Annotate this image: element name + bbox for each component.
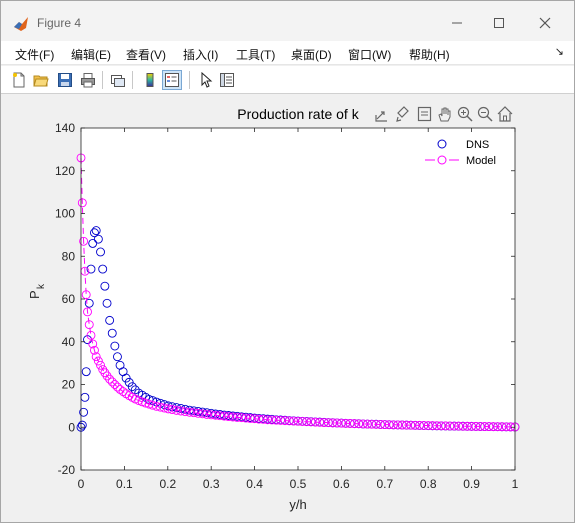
colorbar-icon — [146, 73, 154, 87]
y-tick-label: 40 — [62, 335, 76, 349]
legend-label-dns: DNS — [466, 139, 489, 151]
y-axis-label: P — [27, 290, 42, 299]
property-inspector-icon — [220, 73, 234, 87]
toolbar-separator — [102, 71, 103, 89]
window-title: Figure 4 — [37, 16, 82, 30]
zoom-out-button[interactable] — [477, 106, 493, 122]
figure-canvas: 0 0.1 0.2 0.3 0.4 0.5 0.6 0.7 0.8 0.9 1 -20 0 20 40 60 8… — [1, 95, 574, 515]
y-tick-label: 60 — [62, 292, 76, 306]
colorbar-button[interactable] — [140, 70, 160, 90]
menu-edit[interactable]: 编辑(E) — [71, 46, 111, 63]
export-button[interactable] — [375, 111, 387, 122]
pan-button[interactable] — [438, 107, 451, 122]
y-tick-label: 20 — [62, 378, 76, 392]
dock-arrow-icon[interactable]: ↘ — [555, 45, 564, 58]
zoom-in-button[interactable] — [457, 106, 473, 122]
x-tick-label: 0.9 — [463, 477, 480, 491]
toolbar-separator — [189, 71, 190, 89]
export-icon — [375, 111, 387, 122]
home-icon — [497, 106, 513, 122]
pan-icon — [438, 107, 451, 122]
axes-background[interactable] — [81, 128, 515, 470]
data-tip-button[interactable] — [417, 106, 432, 122]
legend-icon — [165, 73, 179, 87]
x-tick-label: 0.8 — [420, 477, 437, 491]
y-tick-label: 100 — [55, 207, 75, 221]
y-tick-label: 0 — [68, 420, 75, 434]
figure-window: Figure 4 文件(F) 编辑(E) 查看(V) 插入(I) 工具(T) 桌… — [0, 0, 575, 523]
property-inspector-button[interactable] — [217, 70, 237, 90]
minimize-icon — [452, 22, 462, 24]
menu-file[interactable]: 文件(F) — [15, 46, 54, 63]
matlab-logo-icon — [14, 17, 28, 31]
y-axis-label-subscript: k — [36, 283, 47, 289]
menu-view[interactable]: 查看(V) — [126, 46, 166, 63]
x-axis-label: y/h — [289, 497, 306, 512]
x-tick-label: 0.6 — [333, 477, 350, 491]
home-button[interactable] — [497, 106, 513, 122]
figure-toolbar — [1, 66, 574, 94]
close-button[interactable] — [527, 11, 563, 35]
close-icon — [539, 17, 551, 29]
pointer-button[interactable] — [196, 70, 216, 90]
data-tip-icon — [417, 106, 432, 122]
toolbar-separator — [132, 71, 133, 89]
y-tick-label: 120 — [55, 164, 75, 178]
open-file-icon — [33, 75, 49, 87]
x-tick-label: 0.4 — [246, 477, 263, 491]
title-bar[interactable]: Figure 4 — [1, 1, 574, 41]
menu-bar: 文件(F) 编辑(E) 查看(V) 插入(I) 工具(T) 桌面(D) 窗口(W… — [1, 41, 574, 65]
x-tick-label: 0.5 — [290, 477, 307, 491]
save-button[interactable] — [55, 70, 75, 90]
y-tick-label: 80 — [62, 249, 76, 263]
chart-title: Production rate of k — [237, 106, 359, 122]
y-tick-label: 140 — [55, 121, 75, 135]
menu-help[interactable]: 帮助(H) — [409, 46, 450, 63]
new-figure-icon — [13, 72, 25, 88]
x-tick-label: 0.1 — [116, 477, 133, 491]
menu-insert[interactable]: 插入(I) — [183, 46, 218, 63]
brush-button[interactable] — [396, 106, 409, 122]
pointer-icon — [201, 72, 213, 88]
zoom-in-icon — [457, 106, 473, 122]
legend-label-model: Model — [466, 155, 496, 167]
legend-button[interactable] — [162, 70, 182, 90]
x-tick-label: 0.3 — [203, 477, 220, 491]
menu-desktop[interactable]: 桌面(D) — [291, 46, 332, 63]
menu-tools[interactable]: 工具(T) — [236, 46, 275, 63]
print-button[interactable] — [78, 70, 98, 90]
x-tick-label: 0 — [78, 477, 85, 491]
link-plot-icon — [111, 75, 125, 87]
print-icon — [81, 73, 95, 88]
maximize-icon — [494, 18, 504, 28]
link-plot-button[interactable] — [108, 70, 128, 90]
new-figure-button[interactable] — [9, 70, 29, 90]
zoom-out-icon — [477, 106, 493, 122]
minimize-button[interactable] — [439, 11, 475, 35]
axes-toolbar — [375, 106, 513, 122]
open-file-button[interactable] — [31, 70, 51, 90]
maximize-button[interactable] — [481, 11, 517, 35]
plot-canvas: 0 0.1 0.2 0.3 0.4 0.5 0.6 0.7 0.8 0.9 1-2002040608… — [27, 106, 520, 512]
x-tick-label: 1 — [512, 477, 519, 491]
y-axis-label-group: P k — [27, 283, 47, 299]
y-tick-label: -20 — [58, 463, 76, 477]
legend[interactable]: DNS Model — [421, 135, 511, 171]
save-icon — [58, 73, 72, 87]
menu-window[interactable]: 窗口(W) — [348, 46, 391, 63]
brush-icon — [396, 106, 409, 122]
x-tick-label: 0.7 — [376, 477, 393, 491]
x-tick-label: 0.2 — [159, 477, 176, 491]
